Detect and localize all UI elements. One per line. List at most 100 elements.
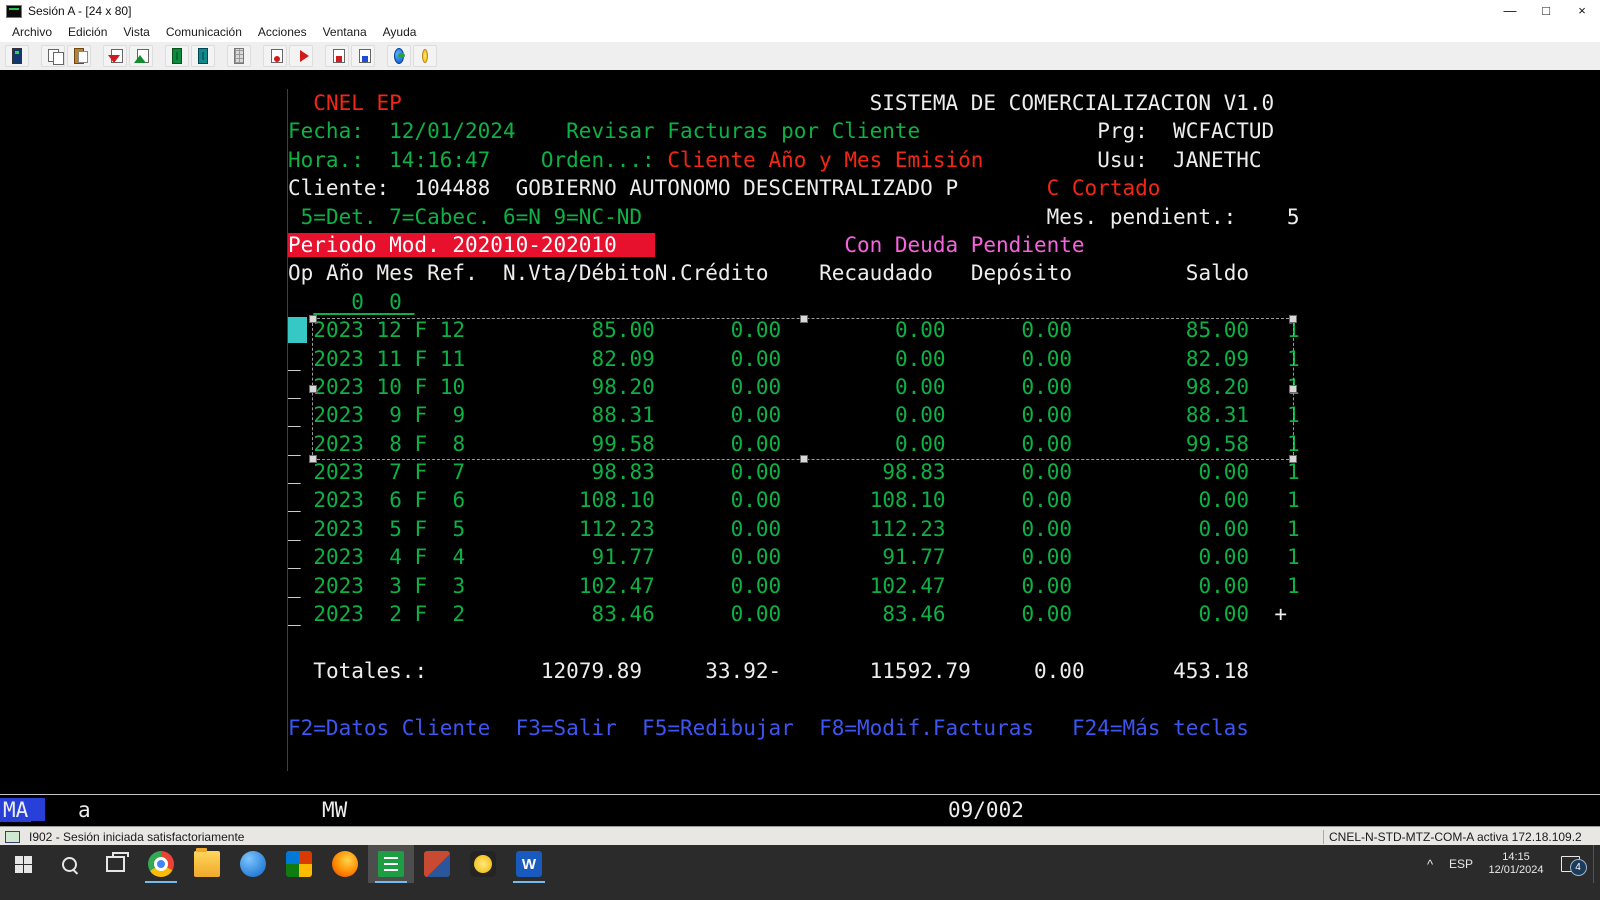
help-ideas-icon xyxy=(422,49,428,63)
receive-file-button[interactable] xyxy=(129,45,153,67)
word-taskbar-button[interactable]: W xyxy=(506,845,552,883)
file-explorer-taskbar-button[interactable] xyxy=(184,845,230,883)
copy-button[interactable] xyxy=(41,45,65,67)
word-icon: W xyxy=(516,851,542,877)
terminal-row: _ 2023 2 F 2 83.46 0.00 83.46 0.00 0.00 … xyxy=(288,600,1300,628)
menu-comunicacion[interactable]: Comunicación xyxy=(158,25,250,39)
notification-badge: 4 xyxy=(1570,859,1587,876)
office-app-icon xyxy=(424,851,450,877)
firefox-taskbar-button[interactable] xyxy=(322,845,368,883)
terminal-session-icon xyxy=(378,851,404,877)
office-app-taskbar-button[interactable] xyxy=(414,845,460,883)
oia-bar: MA a MW 09/002 xyxy=(0,798,1600,826)
terminal-row: F2=Datos Cliente F3=Salir F5=Redibujar F… xyxy=(288,714,1300,742)
oia-system-indicator: MA xyxy=(0,798,31,822)
display-alt-button[interactable] xyxy=(191,45,215,67)
title-bar: Sesión A - [24 x 80] — □ × xyxy=(0,0,1600,23)
receive-file-icon xyxy=(136,49,146,63)
windows-logo-icon xyxy=(15,856,32,873)
macro-step-icon xyxy=(332,49,342,63)
send-file-button[interactable] xyxy=(103,45,127,67)
oia-keyboard-indicator: a xyxy=(78,798,91,822)
send-file-icon xyxy=(110,49,120,63)
menu-ayuda[interactable]: Ayuda xyxy=(375,25,425,39)
task-view-button[interactable] xyxy=(92,845,138,883)
paste-icon xyxy=(74,48,84,64)
terminal-screen[interactable]: CNEL EP SISTEMA DE COMERCIALIZACION V1.0… xyxy=(0,70,1600,826)
taskbar: W ^ ESP 14:15 12/01/2024 4 xyxy=(0,845,1600,900)
connect-session-icon xyxy=(12,48,22,64)
photos-taskbar-button[interactable] xyxy=(276,845,322,883)
terminal-row: _ 2023 6 F 6 108.10 0.00 108.10 0.00 0.0… xyxy=(288,486,1300,514)
play-macro-button[interactable] xyxy=(289,45,313,67)
close-button[interactable]: × xyxy=(1564,0,1600,22)
help-ideas-button[interactable] xyxy=(413,45,437,67)
utility-app-icon xyxy=(470,851,496,877)
minimize-button[interactable]: — xyxy=(1492,0,1528,22)
connect-session-button[interactable] xyxy=(5,45,29,67)
menu-vista[interactable]: Vista xyxy=(115,25,157,39)
status-connection: CNEL-N-STD-MTZ-COM-A activa 172.18.109.2 xyxy=(1323,830,1600,844)
copy-icon xyxy=(48,49,58,63)
marquee-handle[interactable] xyxy=(309,385,317,393)
marquee-handle[interactable] xyxy=(1289,315,1297,323)
marquee-handle[interactable] xyxy=(800,455,808,463)
marquee-handle[interactable] xyxy=(309,455,317,463)
terminal-row: 0 0 xyxy=(288,288,1300,316)
tray-date: 12/01/2024 xyxy=(1479,864,1553,877)
display-session-icon xyxy=(172,48,182,64)
marquee-handle[interactable] xyxy=(1289,385,1297,393)
terminal-row: Hora.: 14:16:47 Orden...: Cliente Año y … xyxy=(288,146,1300,174)
oia-cursor-position: 09/002 xyxy=(948,798,1024,822)
task-view-icon xyxy=(106,856,125,872)
menu-edicion[interactable]: Edición xyxy=(60,25,115,39)
menu-acciones[interactable]: Acciones xyxy=(250,25,315,39)
display-session-button[interactable] xyxy=(165,45,189,67)
terminal-session-taskbar-button[interactable] xyxy=(368,845,414,883)
language-indicator[interactable]: ESP xyxy=(1443,857,1479,871)
marquee-handle[interactable] xyxy=(1289,455,1297,463)
search-button[interactable] xyxy=(46,845,92,883)
notification-icon: 4 xyxy=(1561,856,1580,872)
clock-button[interactable]: 14:15 12/01/2024 xyxy=(1479,845,1553,883)
tray-time: 14:15 xyxy=(1479,851,1553,864)
keypad-icon xyxy=(234,48,244,64)
macro-step-button[interactable] xyxy=(325,45,349,67)
menu-archivo[interactable]: Archivo xyxy=(4,25,60,39)
terminal-row: Periodo Mod. 202010-202010 Con Deuda Pen… xyxy=(288,231,1300,259)
paste-button[interactable] xyxy=(67,45,91,67)
play-macro-icon xyxy=(296,49,306,63)
terminal-row xyxy=(288,685,1300,713)
map-app-icon xyxy=(240,851,266,877)
utility-app-taskbar-button[interactable] xyxy=(460,845,506,883)
web-browser-icon xyxy=(394,48,404,64)
window-title: Sesión A - [24 x 80] xyxy=(28,4,131,18)
record-macro-icon xyxy=(270,49,280,63)
chrome-taskbar-button[interactable] xyxy=(138,845,184,883)
search-icon xyxy=(62,857,77,872)
system-tray: ^ ESP 14:15 12/01/2024 4 xyxy=(1417,845,1600,883)
terminal-row: 5=Det. 7=Cabec. 6=N 9=NC-ND Mes. pendien… xyxy=(288,203,1300,231)
marquee-handle[interactable] xyxy=(309,315,317,323)
file-explorer-icon xyxy=(194,851,220,877)
macro-edit-icon xyxy=(358,49,368,63)
maximize-button[interactable]: □ xyxy=(1528,0,1564,22)
selection-marquee[interactable] xyxy=(312,318,1294,460)
show-desktop-button[interactable] xyxy=(1593,845,1600,883)
notification-button[interactable]: 4 xyxy=(1553,856,1587,872)
terminal-row: _ 2023 4 F 4 91.77 0.00 91.77 0.00 0.00 … xyxy=(288,543,1300,571)
tray-expand-button[interactable]: ^ xyxy=(1417,857,1443,872)
keypad-button[interactable] xyxy=(227,45,251,67)
terminal-row: _ 2023 3 F 3 102.47 0.00 102.47 0.00 0.0… xyxy=(288,572,1300,600)
map-app-taskbar-button[interactable] xyxy=(230,845,276,883)
web-browser-button[interactable] xyxy=(387,45,411,67)
menu-ventana[interactable]: Ventana xyxy=(315,25,375,39)
terminal-row: _ 2023 5 F 5 112.23 0.00 112.23 0.00 0.0… xyxy=(288,515,1300,543)
macro-edit-button[interactable] xyxy=(351,45,375,67)
menu-bar: ArchivoEdiciónVistaComunicaciónAccionesV… xyxy=(0,22,1600,43)
terminal-row: Fecha: 12/01/2024 Revisar Facturas por C… xyxy=(288,117,1300,145)
status-message: I902 - Sesión iniciada satisfactoriament… xyxy=(29,830,1323,844)
record-macro-button[interactable] xyxy=(263,45,287,67)
start-button[interactable] xyxy=(0,845,46,883)
marquee-handle[interactable] xyxy=(800,315,808,323)
